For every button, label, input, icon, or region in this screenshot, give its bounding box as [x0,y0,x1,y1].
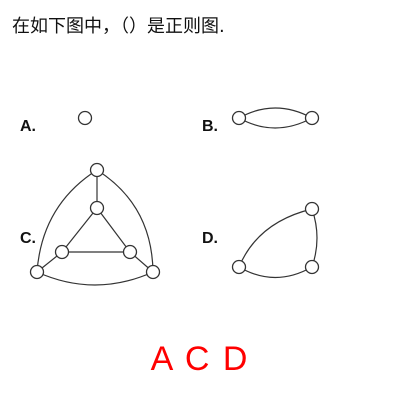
option-a-graph [77,110,93,126]
option-c-label: C. [20,230,36,247]
graph-c-vertex-inner-top [89,200,105,216]
graph-d-edge-right [311,208,318,268]
graph-c-vertex-outer-right [145,264,161,280]
graph-c-inner-edge-left [61,207,98,253]
graph-d-vertex-right [304,259,320,275]
graph-b-vertex-right [304,110,320,126]
option-d: D. [202,201,320,278]
option-c: C. [20,162,161,286]
option-d-label: D. [202,230,218,247]
graph-b-edge-upper [238,107,313,119]
graph-d-edge-bottom [238,266,313,278]
graph-c-vertex-outer-top [89,162,105,178]
option-a-label: A. [20,118,36,135]
graph-d-edge-left [238,208,313,268]
answer-text: A C D [150,340,250,378]
option-d-graph [231,201,320,278]
graph-a-vertex [77,110,93,126]
option-a: A. [20,110,93,135]
option-b-label: B. [202,118,218,135]
graph-c-outer-edge-bottom [36,271,154,286]
graph-c-vertex-outer-left [29,264,45,280]
graph-c-vertex-inner-left [54,244,70,260]
graph-b-edge-lower [238,117,313,129]
option-c-graph [29,162,161,286]
graph-b-vertex-left [231,110,247,126]
option-b: B. [202,107,320,135]
graph-c-vertex-inner-right [122,244,138,260]
option-b-graph [231,107,320,129]
question-page: 在如下图中，（）是正则图. A. B. C. D. A C D [0,0,400,400]
graph-c-inner-edge-right [96,207,131,253]
graph-d-vertex-top [304,201,320,217]
graph-d-vertex-left [231,259,247,275]
